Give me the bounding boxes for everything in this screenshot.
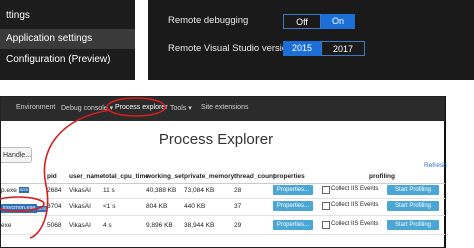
- nav-site-extensions[interactable]: Site extensions: [201, 104, 248, 111]
- nav-item-application-settings[interactable]: Application settings: [0, 29, 135, 49]
- nav-item-settings[interactable]: ttings: [0, 6, 135, 26]
- remote-vs-version-label: Remote Visual Studio version: [168, 43, 293, 54]
- cell-user: VikasAI: [69, 187, 91, 194]
- cell-private-memory: 73,084 KB: [184, 187, 215, 194]
- start-profiling-button[interactable]: Start Profiling: [387, 201, 439, 211]
- collect-iis-events-checkbox[interactable]: [322, 202, 330, 210]
- refresh-link[interactable]: Refresh: [424, 162, 447, 169]
- col-header-properties: properties: [273, 173, 305, 180]
- cell-pid: 2684: [47, 187, 62, 194]
- cell-thread-count: 28: [234, 187, 242, 194]
- col-header-user-name[interactable]: user_name: [69, 173, 103, 180]
- properties-button[interactable]: Properties...: [273, 220, 313, 230]
- col-header-working-set[interactable]: working_set: [146, 173, 184, 180]
- properties-button[interactable]: Properties...: [273, 201, 313, 211]
- cell-cpu: 11 s: [103, 187, 115, 194]
- table-header-divider: [1, 183, 445, 184]
- remote-debugging-label: Remote debugging: [168, 15, 249, 26]
- cell-working-set: 9,896 KB: [146, 222, 173, 229]
- cell-pid: 5068: [47, 222, 62, 229]
- cell-pid: 3704: [47, 203, 62, 210]
- cell-thread-count: 29: [234, 222, 242, 229]
- remote-debugging-off-toggle[interactable]: Off: [283, 14, 321, 29]
- cell-working-set: 40,388 KB: [146, 187, 177, 194]
- cell-cpu: <1 s: [103, 203, 116, 210]
- remote-debugging-on-toggle[interactable]: On: [321, 14, 355, 29]
- kudu-process-explorer-window: Environment Debug console ▾ Process expl…: [0, 96, 447, 248]
- col-header-pid[interactable]: pid: [47, 173, 57, 180]
- process-name-highlighted: irsvcmon.exe: [1, 204, 37, 213]
- cell-thread-count: 37: [234, 203, 242, 210]
- collect-iis-events-label: Collect IIS Events: [331, 221, 379, 227]
- properties-button[interactable]: Properties...: [273, 185, 313, 195]
- nav-process-explorer[interactable]: Process explorer: [115, 104, 168, 111]
- debugging-settings-panel: Remote debugging Off On Remote Visual St…: [148, 0, 474, 80]
- cell-private-memory: 38,944 KB: [184, 222, 215, 229]
- vs-version-2015-toggle[interactable]: 2015: [283, 41, 321, 56]
- col-header-private-memory[interactable]: private_memory: [184, 173, 234, 180]
- collect-iis-events-checkbox[interactable]: [322, 221, 330, 229]
- col-header-profiling: profiling: [369, 173, 395, 180]
- portal-settings-area: ttings Application settings Configuratio…: [0, 0, 474, 80]
- nav-debug-console[interactable]: Debug console ▾: [61, 104, 113, 112]
- row-divider: [1, 215, 445, 216]
- cell-user: VikasAI: [69, 222, 91, 229]
- col-header-thread-count[interactable]: thread_count: [234, 173, 275, 180]
- cell-private-memory: 440 KB: [184, 203, 206, 210]
- cell-working-set: 804 KB: [146, 203, 168, 210]
- row-divider: [1, 234, 445, 235]
- collect-iis-events-label: Collect IIS Events: [331, 186, 379, 192]
- scm-badge: scm: [37, 206, 48, 212]
- kudu-navbar: Environment Debug console ▾ Process expl…: [1, 97, 445, 121]
- process-name: exe: [1, 222, 12, 229]
- start-profiling-button[interactable]: Start Profiling: [387, 185, 439, 195]
- col-header-total-cpu-time[interactable]: total_cpu_time: [103, 173, 149, 180]
- collect-iis-events-label: Collect IIS Events: [331, 202, 379, 208]
- find-handle-button[interactable]: Handle...: [1, 147, 32, 163]
- row-divider: [1, 198, 445, 199]
- scm-badge: scm: [18, 187, 30, 194]
- nav-environment[interactable]: Environment: [16, 104, 55, 111]
- nav-tools[interactable]: Tools ▾: [170, 104, 192, 112]
- page-title: Process Explorer: [158, 131, 274, 148]
- vs-version-2017-toggle[interactable]: 2017: [321, 41, 365, 56]
- nav-item-configuration-preview[interactable]: Configuration (Preview): [0, 50, 135, 70]
- collect-iis-events-checkbox[interactable]: [322, 186, 330, 194]
- process-name: p.exe scm: [1, 187, 30, 194]
- start-profiling-button[interactable]: Start Profiling: [387, 220, 439, 230]
- portal-left-nav: ttings Application settings Configuratio…: [0, 0, 135, 80]
- cell-cpu: 4 s: [103, 222, 112, 229]
- cell-user: VikasAI: [69, 203, 91, 210]
